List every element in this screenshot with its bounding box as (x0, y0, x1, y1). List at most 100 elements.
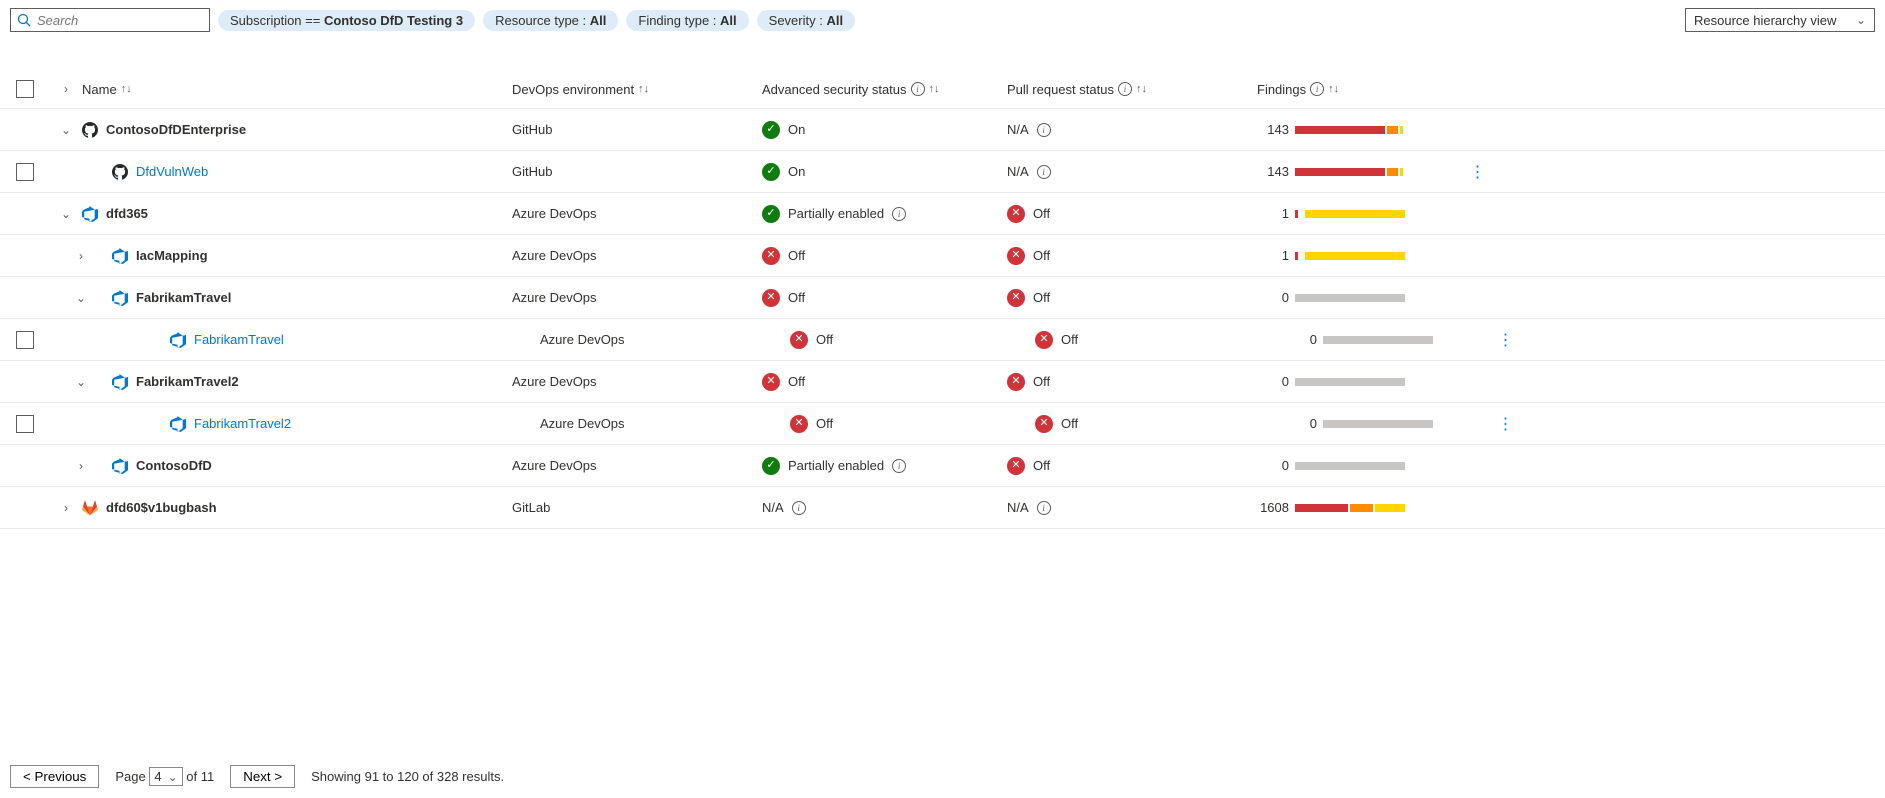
view-dropdown[interactable]: Resource hierarchy view ⌄ (1685, 8, 1875, 32)
findings-count: 0 (1257, 290, 1289, 305)
col-findings[interactable]: Findings i ↑↓ (1257, 82, 1457, 97)
search-input[interactable] (37, 13, 203, 28)
expand-toggle[interactable]: ⌄ (61, 207, 71, 221)
col-devops-environment[interactable]: DevOps environment ↑↓ (512, 82, 762, 97)
expand-toggle[interactable]: › (64, 501, 68, 515)
status-on-icon: ✓ (762, 457, 780, 475)
filter-subscription[interactable]: Subscription == Contoso DfD Testing 3 (218, 10, 475, 31)
resource-name: ContosoDfD (136, 458, 212, 473)
previous-button[interactable]: < Previous (10, 765, 99, 788)
row-checkbox[interactable] (16, 163, 34, 181)
col-pr-status[interactable]: Pull request status i ↑↓ (1007, 82, 1257, 97)
env-value: GitHub (512, 164, 552, 179)
github-icon (112, 164, 128, 180)
info-icon[interactable]: i (911, 82, 925, 96)
status-off-icon: ✕ (1007, 247, 1025, 265)
resource-name[interactable]: FabrikamTravel2 (194, 416, 291, 431)
search-icon (17, 13, 31, 27)
gitlab-icon (82, 500, 98, 516)
chevron-down-icon: ⌄ (168, 770, 178, 784)
sort-icon: ↑↓ (121, 83, 132, 95)
findings-count: 0 (1257, 458, 1289, 473)
resource-name: dfd365 (106, 206, 148, 221)
info-icon[interactable]: i (892, 459, 906, 473)
status-on-icon: ✓ (762, 163, 780, 181)
select-all-checkbox[interactable] (16, 80, 34, 98)
findings-count: 1 (1257, 248, 1289, 263)
resource-name: FabrikamTravel (136, 290, 231, 305)
more-actions-icon[interactable]: ⋮ (1498, 414, 1513, 434)
page-select[interactable]: 4 ⌄ (149, 767, 182, 786)
info-icon[interactable]: i (1037, 165, 1051, 179)
table-row: ⌄ FabrikamTravel Azure DevOps ✕Off ✕Off … (0, 277, 1885, 319)
row-checkbox[interactable] (16, 331, 34, 349)
status-on-icon: ✓ (762, 121, 780, 139)
ado-icon (112, 458, 128, 474)
env-value: Azure DevOps (512, 206, 597, 221)
ado-icon (112, 374, 128, 390)
env-value: Azure DevOps (512, 290, 597, 305)
table-row: FabrikamTravel Azure DevOps ✕Off ✕Off 0 … (0, 319, 1885, 361)
next-button[interactable]: Next > (230, 765, 295, 788)
info-icon[interactable]: i (892, 207, 906, 221)
resource-name[interactable]: FabrikamTravel (194, 332, 284, 347)
status-off-icon: ✕ (762, 289, 780, 307)
env-value: Azure DevOps (540, 416, 625, 431)
env-value: Azure DevOps (512, 248, 597, 263)
sort-icon: ↑↓ (1136, 83, 1147, 95)
filter-finding-type[interactable]: Finding type : All (626, 10, 748, 31)
status-off-icon: ✕ (1035, 331, 1053, 349)
table-row: DfdVulnWeb GitHub ✓On N/A i 143 ⋮ (0, 151, 1885, 193)
expand-toggle[interactable]: ⌄ (61, 123, 71, 137)
filter-resource-type[interactable]: Resource type : All (483, 10, 618, 31)
row-checkbox[interactable] (16, 415, 34, 433)
table-row: › IacMapping Azure DevOps ✕Off ✕Off 1 (0, 235, 1885, 277)
search-box[interactable] (10, 8, 210, 32)
info-icon[interactable]: i (1037, 501, 1051, 515)
sort-icon: ↑↓ (929, 83, 940, 95)
findings-count: 1 (1257, 206, 1289, 221)
ado-icon (170, 332, 186, 348)
status-off-icon: ✕ (1035, 415, 1053, 433)
findings-count: 0 (1285, 332, 1317, 347)
findings-count: 143 (1257, 122, 1289, 137)
ado-icon (82, 206, 98, 222)
status-off-icon: ✕ (790, 415, 808, 433)
env-value: Azure DevOps (540, 332, 625, 347)
env-value: GitLab (512, 500, 550, 515)
table-header: › Name ↑↓ DevOps environment ↑↓ Advanced… (0, 70, 1885, 109)
env-value: GitHub (512, 122, 552, 137)
env-value: Azure DevOps (512, 458, 597, 473)
table-row: FabrikamTravel2 Azure DevOps ✕Off ✕Off 0… (0, 403, 1885, 445)
status-off-icon: ✕ (790, 331, 808, 349)
info-icon[interactable]: i (792, 501, 806, 515)
col-name[interactable]: Name ↑↓ (82, 82, 512, 97)
info-icon[interactable]: i (1037, 123, 1051, 137)
table-row: › ContosoDfD Azure DevOps ✓Partially ena… (0, 445, 1885, 487)
pagination-footer: < Previous Page 4 ⌄ of 11 Next > Showing… (10, 765, 504, 788)
resource-name: IacMapping (136, 248, 208, 263)
filter-severity[interactable]: Severity : All (757, 10, 855, 31)
resource-name: dfd60$v1bugbash (106, 500, 217, 515)
resource-name: FabrikamTravel2 (136, 374, 239, 389)
status-off-icon: ✕ (762, 247, 780, 265)
expand-all-icon[interactable]: › (64, 82, 68, 96)
more-actions-icon[interactable]: ⋮ (1498, 330, 1513, 350)
status-off-icon: ✕ (1007, 457, 1025, 475)
more-actions-icon[interactable]: ⋮ (1470, 162, 1485, 182)
ado-icon (112, 248, 128, 264)
col-advanced-security[interactable]: Advanced security status i ↑↓ (762, 82, 1007, 97)
info-icon[interactable]: i (1118, 82, 1132, 96)
resource-name[interactable]: DfdVulnWeb (136, 164, 208, 179)
info-icon[interactable]: i (1310, 82, 1324, 96)
findings-count: 0 (1285, 416, 1317, 431)
ado-icon (112, 290, 128, 306)
results-table: › Name ↑↓ DevOps environment ↑↓ Advanced… (0, 70, 1885, 529)
sort-icon: ↑↓ (1328, 83, 1339, 95)
findings-count: 1608 (1257, 500, 1289, 515)
results-summary: Showing 91 to 120 of 328 results. (311, 769, 504, 784)
findings-count: 143 (1257, 164, 1289, 179)
findings-count: 0 (1257, 374, 1289, 389)
env-value: Azure DevOps (512, 374, 597, 389)
resource-name: ContosoDfDEnterprise (106, 122, 246, 137)
